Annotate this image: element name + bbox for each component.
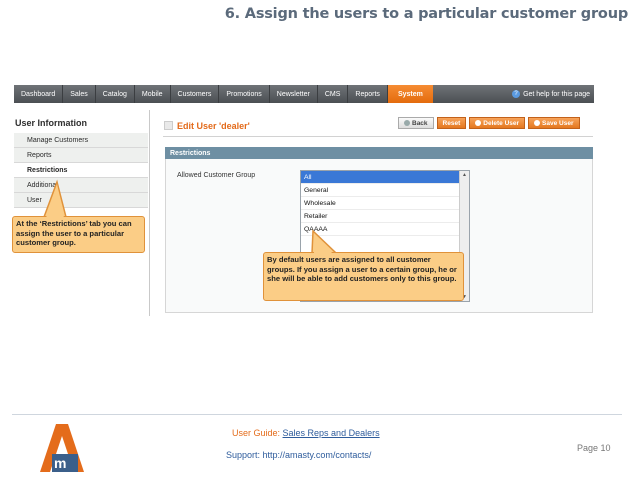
nav-item-dashboard[interactable]: Dashboard — [14, 85, 64, 103]
delete-user-button[interactable]: Delete User — [469, 117, 526, 129]
action-buttons: Back Reset Delete User Save User — [398, 117, 580, 129]
page-title: Edit User 'dealer' — [177, 121, 250, 131]
amasty-logo: m — [40, 424, 84, 472]
title-divider — [163, 136, 593, 137]
nav-item-customers[interactable]: Customers — [171, 85, 220, 103]
save-label: Save User — [542, 119, 574, 127]
save-icon — [534, 120, 541, 126]
nav-item-mobile[interactable]: Mobile — [135, 85, 171, 103]
help-label: Get help for this page — [523, 90, 590, 98]
callout-restrictions-tab: At the ‘Restrictions’ tab you can assign… — [12, 216, 145, 253]
save-user-button[interactable]: Save User — [528, 117, 580, 129]
sidebar-item-reports[interactable]: Reports — [14, 148, 148, 163]
nav-item-promotions[interactable]: Promotions — [219, 85, 270, 103]
footer-guide-prefix: User Guide: — [232, 428, 283, 438]
option-all[interactable]: All — [301, 171, 459, 184]
delete-icon — [475, 120, 482, 126]
sidebar-item-additional[interactable]: Additional — [14, 178, 148, 193]
sidebar-item-user[interactable]: User — [14, 193, 148, 208]
help-link[interactable]: ? Get help for this page — [512, 85, 594, 103]
help-icon: ? — [512, 90, 521, 98]
nav-item-newsletter[interactable]: Newsletter — [270, 85, 318, 103]
nav-item-reports[interactable]: Reports — [348, 85, 388, 103]
nav-item-sales[interactable]: Sales — [63, 85, 96, 103]
nav-item-system[interactable]: System — [387, 85, 433, 103]
allowed-customer-group-label: Allowed Customer Group — [177, 172, 256, 179]
page-number: Page 10 — [577, 443, 611, 453]
slide-title: 6. Assign the users to a particular cust… — [224, 6, 628, 22]
back-button[interactable]: Back — [398, 117, 434, 129]
delete-label: Delete User — [483, 119, 520, 127]
option-qaaaa[interactable]: QAAAA — [301, 223, 459, 236]
footer-user-guide: User Guide: Sales Reps and Dealers — [232, 428, 380, 438]
sidebar-item-manage-customers[interactable]: Manage Customers — [14, 133, 148, 148]
restrictions-section-header: Restrictions — [165, 147, 593, 159]
admin-nav-bar: Dashboard Sales Catalog Mobile Customers… — [14, 85, 594, 103]
sidebar-item-restrictions[interactable]: Restrictions — [14, 163, 148, 178]
sidebar-divider — [149, 110, 150, 316]
svg-text:m: m — [54, 455, 66, 471]
back-icon — [404, 120, 410, 126]
scroll-up-icon[interactable]: ▲ — [462, 172, 467, 178]
option-general[interactable]: General — [301, 184, 459, 197]
reset-button[interactable]: Reset — [436, 117, 467, 129]
nav-item-catalog[interactable]: Catalog — [96, 85, 135, 103]
option-wholesale[interactable]: Wholesale — [301, 197, 459, 210]
option-retailer[interactable]: Retailer — [301, 210, 459, 223]
nav-item-cms[interactable]: CMS — [318, 85, 349, 103]
footer-divider — [12, 414, 622, 415]
sidebar-title: User Information — [15, 118, 88, 128]
back-label: Back — [412, 119, 428, 127]
footer-guide-link[interactable]: Sales Reps and Dealers — [283, 428, 380, 438]
sidebar-tabs: Manage Customers Reports Restrictions Ad… — [14, 133, 148, 208]
page-icon — [164, 121, 173, 130]
callout-default-groups: By default users are assigned to all cus… — [263, 252, 464, 301]
footer-support[interactable]: Support: http://amasty.com/contacts/ — [226, 450, 371, 460]
